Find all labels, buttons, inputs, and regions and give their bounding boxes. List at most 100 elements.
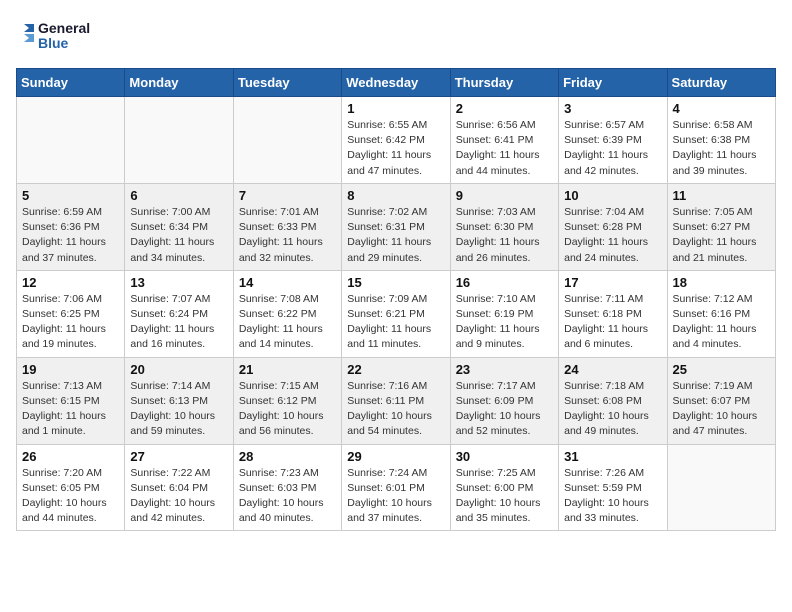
calendar-day-cell: 10 Sunrise: 7:04 AM Sunset: 6:28 PM Dayli… [559,183,667,270]
day-number: 2 [456,101,553,116]
day-number: 15 [347,275,444,290]
day-info: Sunrise: 6:58 AM Sunset: 6:38 PM Dayligh… [673,118,770,179]
day-number: 14 [239,275,336,290]
svg-text:General: General [38,20,90,36]
day-number: 27 [130,449,227,464]
day-info: Sunrise: 7:05 AM Sunset: 6:27 PM Dayligh… [673,205,770,266]
calendar-day-cell: 9 Sunrise: 7:03 AM Sunset: 6:30 PM Daylig… [450,183,558,270]
calendar-day-cell [17,97,125,184]
calendar-day-cell: 26 Sunrise: 7:20 AM Sunset: 6:05 PM Dayli… [17,444,125,531]
day-info: Sunrise: 7:20 AM Sunset: 6:05 PM Dayligh… [22,466,119,527]
day-info: Sunrise: 7:25 AM Sunset: 6:00 PM Dayligh… [456,466,553,527]
day-info: Sunrise: 7:06 AM Sunset: 6:25 PM Dayligh… [22,292,119,353]
day-info: Sunrise: 7:12 AM Sunset: 6:16 PM Dayligh… [673,292,770,353]
day-number: 26 [22,449,119,464]
calendar-day-cell: 7Sunrise: 7:01 AM Sunset: 6:33 PM Daylig… [233,183,341,270]
day-info: Sunrise: 7:02 AM Sunset: 6:31 PM Dayligh… [347,205,444,266]
day-info: Sunrise: 6:55 AM Sunset: 6:42 PM Dayligh… [347,118,444,179]
day-info: Sunrise: 7:13 AM Sunset: 6:15 PM Dayligh… [22,379,119,440]
day-info: Sunrise: 6:59 AM Sunset: 6:36 PM Dayligh… [22,205,119,266]
day-info: Sunrise: 7:26 AM Sunset: 5:59 PM Dayligh… [564,466,661,527]
calendar-header-saturday: Saturday [667,69,775,97]
day-info: Sunrise: 7:00 AM Sunset: 6:34 PM Dayligh… [130,205,227,266]
calendar-day-cell: 8Sunrise: 7:02 AM Sunset: 6:31 PM Daylig… [342,183,450,270]
calendar-day-cell: 25Sunrise: 7:19 AM Sunset: 6:07 PM Dayli… [667,357,775,444]
calendar-day-cell: 19 Sunrise: 7:13 AM Sunset: 6:15 PM Dayli… [17,357,125,444]
day-number: 29 [347,449,444,464]
calendar-week-row: 1Sunrise: 6:55 AM Sunset: 6:42 PM Daylig… [17,97,776,184]
calendar-day-cell [233,97,341,184]
day-number: 5 [22,188,119,203]
calendar-header-friday: Friday [559,69,667,97]
calendar-table: SundayMondayTuesdayWednesdayThursdayFrid… [16,68,776,531]
calendar-day-cell: 27Sunrise: 7:22 AM Sunset: 6:04 PM Dayli… [125,444,233,531]
calendar-header-sunday: Sunday [17,69,125,97]
calendar-header-thursday: Thursday [450,69,558,97]
calendar-day-cell: 22 Sunrise: 7:16 AM Sunset: 6:11 PM Dayli… [342,357,450,444]
calendar-week-row: 12 Sunrise: 7:06 AM Sunset: 6:25 PM Dayli… [17,270,776,357]
day-number: 10 [564,188,661,203]
calendar-day-cell: 31Sunrise: 7:26 AM Sunset: 5:59 PM Dayli… [559,444,667,531]
calendar-header-tuesday: Tuesday [233,69,341,97]
day-number: 17 [564,275,661,290]
day-info: Sunrise: 7:16 AM Sunset: 6:11 PM Dayligh… [347,379,444,440]
day-number: 3 [564,101,661,116]
day-info: Sunrise: 7:07 AM Sunset: 6:24 PM Dayligh… [130,292,227,353]
day-number: 9 [456,188,553,203]
day-info: Sunrise: 7:10 AM Sunset: 6:19 PM Dayligh… [456,292,553,353]
day-number: 25 [673,362,770,377]
day-number: 21 [239,362,336,377]
day-info: Sunrise: 7:03 AM Sunset: 6:30 PM Dayligh… [456,205,553,266]
calendar-day-cell: 16 Sunrise: 7:10 AM Sunset: 6:19 PM Dayli… [450,270,558,357]
calendar-week-row: 26 Sunrise: 7:20 AM Sunset: 6:05 PM Dayli… [17,444,776,531]
calendar-day-cell: 29 Sunrise: 7:24 AM Sunset: 6:01 PM Dayli… [342,444,450,531]
day-info: Sunrise: 7:17 AM Sunset: 6:09 PM Dayligh… [456,379,553,440]
day-number: 30 [456,449,553,464]
day-number: 22 [347,362,444,377]
day-number: 16 [456,275,553,290]
svg-text:Blue: Blue [38,35,69,51]
calendar-header-monday: Monday [125,69,233,97]
calendar-header-row: SundayMondayTuesdayWednesdayThursdayFrid… [17,69,776,97]
logo-svg: GeneralBlue [16,16,96,56]
day-number: 20 [130,362,227,377]
calendar-day-cell: 30 Sunrise: 7:25 AM Sunset: 6:00 PM Dayli… [450,444,558,531]
day-number: 13 [130,275,227,290]
day-info: Sunrise: 6:56 AM Sunset: 6:41 PM Dayligh… [456,118,553,179]
day-info: Sunrise: 7:14 AM Sunset: 6:13 PM Dayligh… [130,379,227,440]
day-number: 6 [130,188,227,203]
calendar-week-row: 19 Sunrise: 7:13 AM Sunset: 6:15 PM Dayli… [17,357,776,444]
calendar-day-cell: 20 Sunrise: 7:14 AM Sunset: 6:13 PM Dayli… [125,357,233,444]
calendar-day-cell: 15 Sunrise: 7:09 AM Sunset: 6:21 PM Dayli… [342,270,450,357]
day-info: Sunrise: 7:15 AM Sunset: 6:12 PM Dayligh… [239,379,336,440]
day-number: 4 [673,101,770,116]
calendar-day-cell: 17 Sunrise: 7:11 AM Sunset: 6:18 PM Dayli… [559,270,667,357]
day-info: Sunrise: 7:01 AM Sunset: 6:33 PM Dayligh… [239,205,336,266]
calendar-day-cell: 21 Sunrise: 7:15 AM Sunset: 6:12 PM Dayli… [233,357,341,444]
page-header: GeneralBlue [16,16,776,56]
calendar-day-cell: 5 Sunrise: 6:59 AM Sunset: 6:36 PM Daylig… [17,183,125,270]
calendar-day-cell: 12 Sunrise: 7:06 AM Sunset: 6:25 PM Dayli… [17,270,125,357]
calendar-day-cell [125,97,233,184]
calendar-header-wednesday: Wednesday [342,69,450,97]
day-number: 19 [22,362,119,377]
calendar-day-cell: 18 Sunrise: 7:12 AM Sunset: 6:16 PM Dayli… [667,270,775,357]
day-number: 12 [22,275,119,290]
calendar-day-cell [667,444,775,531]
calendar-day-cell: 14 Sunrise: 7:08 AM Sunset: 6:22 PM Dayli… [233,270,341,357]
day-number: 23 [456,362,553,377]
calendar-day-cell: 6 Sunrise: 7:00 AM Sunset: 6:34 PM Daylig… [125,183,233,270]
day-number: 11 [673,188,770,203]
day-info: Sunrise: 7:04 AM Sunset: 6:28 PM Dayligh… [564,205,661,266]
day-info: Sunrise: 7:09 AM Sunset: 6:21 PM Dayligh… [347,292,444,353]
day-info: Sunrise: 7:24 AM Sunset: 6:01 PM Dayligh… [347,466,444,527]
day-info: Sunrise: 7:11 AM Sunset: 6:18 PM Dayligh… [564,292,661,353]
day-info: Sunrise: 7:18 AM Sunset: 6:08 PM Dayligh… [564,379,661,440]
day-info: Sunrise: 6:57 AM Sunset: 6:39 PM Dayligh… [564,118,661,179]
calendar-day-cell: 4 Sunrise: 6:58 AM Sunset: 6:38 PM Daylig… [667,97,775,184]
day-info: Sunrise: 7:08 AM Sunset: 6:22 PM Dayligh… [239,292,336,353]
day-number: 28 [239,449,336,464]
calendar-day-cell: 1Sunrise: 6:55 AM Sunset: 6:42 PM Daylig… [342,97,450,184]
calendar-day-cell: 28Sunrise: 7:23 AM Sunset: 6:03 PM Dayli… [233,444,341,531]
day-number: 18 [673,275,770,290]
